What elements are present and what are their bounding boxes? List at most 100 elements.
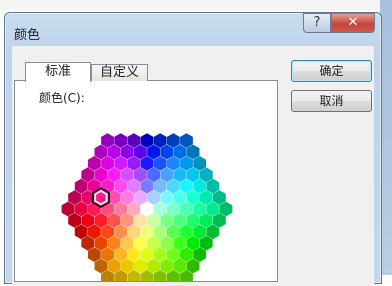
palette-swatch[interactable] bbox=[193, 247, 207, 262]
palette-swatch[interactable] bbox=[180, 178, 193, 194]
palette-swatch[interactable] bbox=[140, 133, 154, 148]
palette-swatch[interactable] bbox=[61, 201, 75, 217]
palette-swatch[interactable] bbox=[153, 178, 167, 194]
palette-swatch[interactable] bbox=[173, 235, 187, 251]
palette-swatch[interactable] bbox=[173, 144, 187, 160]
palette-swatch[interactable] bbox=[134, 213, 147, 228]
close-button[interactable]: ✕ bbox=[331, 13, 375, 33]
color-hexagon-palette[interactable] bbox=[40, 106, 255, 281]
palette-swatch[interactable] bbox=[114, 224, 128, 240]
palette-swatch[interactable] bbox=[180, 133, 193, 148]
palette-swatch[interactable] bbox=[107, 144, 121, 160]
palette-swatch[interactable] bbox=[120, 144, 134, 160]
palette-swatch[interactable] bbox=[193, 178, 207, 194]
palette-swatch[interactable] bbox=[140, 224, 154, 240]
palette-swatch[interactable] bbox=[134, 235, 147, 251]
cancel-button[interactable]: 取消 bbox=[291, 90, 372, 112]
palette-swatch[interactable] bbox=[153, 156, 167, 171]
palette-swatch[interactable] bbox=[160, 213, 174, 228]
palette-swatch[interactable] bbox=[147, 235, 160, 251]
palette-swatch[interactable] bbox=[127, 133, 141, 148]
palette-swatch[interactable] bbox=[101, 247, 114, 262]
palette-swatch[interactable] bbox=[94, 213, 108, 228]
palette-swatch[interactable] bbox=[147, 190, 160, 205]
palette-swatch[interactable] bbox=[180, 156, 193, 171]
palette-swatch[interactable] bbox=[87, 224, 101, 240]
palette-swatch[interactable] bbox=[173, 258, 187, 274]
palette-swatch[interactable] bbox=[87, 156, 101, 171]
palette-cells[interactable] bbox=[61, 133, 233, 281]
palette-swatch[interactable] bbox=[120, 235, 134, 251]
palette-swatch[interactable] bbox=[74, 224, 88, 240]
palette-swatch[interactable] bbox=[140, 156, 154, 171]
palette-swatch[interactable] bbox=[193, 156, 207, 171]
palette-swatch[interactable] bbox=[212, 190, 226, 205]
palette-swatch[interactable] bbox=[94, 258, 108, 274]
palette-swatch[interactable] bbox=[186, 190, 200, 205]
palette-swatch[interactable] bbox=[127, 178, 141, 194]
palette-swatch[interactable] bbox=[81, 235, 95, 251]
palette-swatch[interactable] bbox=[147, 167, 160, 183]
palette-swatch[interactable] bbox=[114, 133, 128, 148]
palette-swatch[interactable] bbox=[173, 213, 187, 228]
palette-swatch[interactable] bbox=[107, 235, 121, 251]
palette-swatch[interactable] bbox=[94, 144, 108, 160]
palette-swatch[interactable] bbox=[153, 133, 167, 148]
palette-swatch[interactable] bbox=[186, 213, 200, 228]
palette-swatch[interactable] bbox=[166, 178, 180, 194]
palette-swatch[interactable] bbox=[140, 201, 154, 217]
palette-swatch[interactable] bbox=[206, 224, 220, 240]
palette-swatch[interactable] bbox=[127, 224, 141, 240]
palette-swatch[interactable] bbox=[166, 156, 180, 171]
tab-custom[interactable]: 自定义 bbox=[91, 64, 148, 81]
palette-swatch[interactable] bbox=[166, 133, 180, 148]
palette-swatch[interactable] bbox=[120, 258, 134, 274]
palette-swatch[interactable] bbox=[107, 213, 121, 228]
palette-swatch[interactable] bbox=[186, 258, 200, 274]
palette-swatch[interactable] bbox=[186, 167, 200, 183]
palette-swatch[interactable] bbox=[134, 258, 147, 274]
palette-swatch[interactable] bbox=[147, 144, 160, 160]
palette-swatch[interactable] bbox=[120, 167, 134, 183]
palette-swatch[interactable] bbox=[140, 178, 154, 194]
palette-swatch[interactable] bbox=[173, 167, 187, 183]
ok-button[interactable]: 确定 bbox=[291, 60, 372, 82]
palette-swatch[interactable] bbox=[147, 213, 160, 228]
palette-swatch[interactable] bbox=[193, 201, 207, 217]
palette-swatch[interactable] bbox=[134, 190, 147, 205]
palette-swatch[interactable] bbox=[186, 235, 200, 251]
palette-swatch[interactable] bbox=[219, 201, 233, 217]
palette-swatch[interactable] bbox=[81, 213, 95, 228]
palette-swatch[interactable] bbox=[160, 235, 174, 251]
palette-swatch[interactable] bbox=[153, 201, 167, 217]
palette-swatch[interactable] bbox=[199, 235, 213, 251]
palette-swatch[interactable] bbox=[120, 213, 134, 228]
palette-swatch[interactable] bbox=[173, 190, 187, 205]
palette-swatch[interactable] bbox=[94, 190, 108, 205]
palette-swatch[interactable] bbox=[206, 178, 220, 194]
palette-swatch[interactable] bbox=[74, 178, 88, 194]
palette-swatch[interactable] bbox=[94, 235, 108, 251]
palette-swatch[interactable] bbox=[160, 190, 174, 205]
palette-swatch[interactable] bbox=[101, 133, 114, 148]
palette-swatch[interactable] bbox=[153, 247, 167, 262]
palette-swatch[interactable] bbox=[87, 247, 101, 262]
palette-swatch[interactable] bbox=[68, 213, 82, 228]
palette-swatch[interactable] bbox=[199, 190, 213, 205]
palette-swatch[interactable] bbox=[166, 201, 180, 217]
palette-swatch[interactable] bbox=[81, 167, 95, 183]
palette-swatch[interactable] bbox=[153, 224, 167, 240]
palette-swatch[interactable] bbox=[101, 224, 114, 240]
palette-swatch[interactable] bbox=[193, 224, 207, 240]
palette-swatch[interactable] bbox=[180, 201, 193, 217]
palette-swatch[interactable] bbox=[68, 190, 82, 205]
palette-swatch[interactable] bbox=[160, 258, 174, 274]
palette-swatch[interactable] bbox=[114, 247, 128, 262]
help-button[interactable]: ? bbox=[303, 13, 331, 33]
palette-swatch[interactable] bbox=[127, 201, 141, 217]
palette-swatch[interactable] bbox=[206, 201, 220, 217]
palette-swatch[interactable] bbox=[160, 167, 174, 183]
palette-swatch[interactable] bbox=[166, 247, 180, 262]
palette-swatch[interactable] bbox=[180, 247, 193, 262]
tab-standard[interactable]: 标准 bbox=[25, 62, 91, 82]
